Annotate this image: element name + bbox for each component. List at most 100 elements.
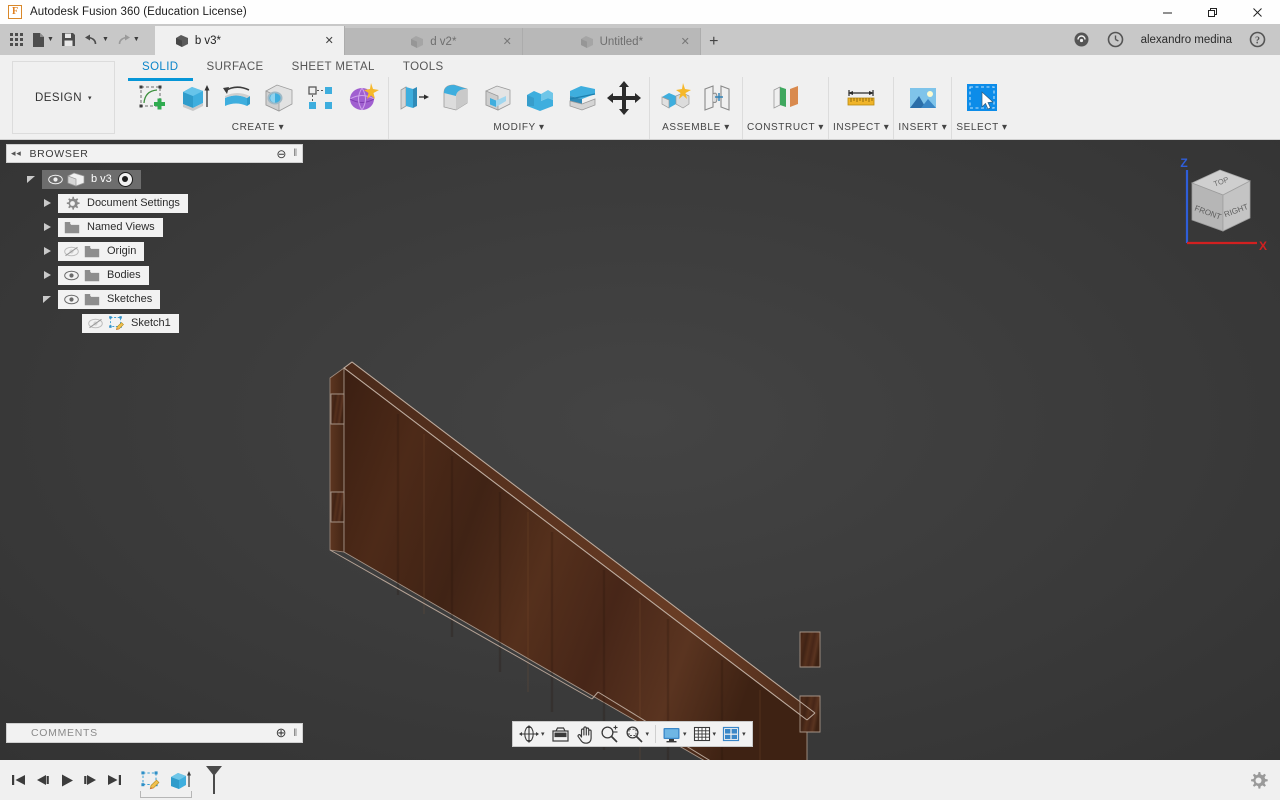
tree-chip-named-views[interactable]: Named Views <box>58 217 163 237</box>
grid-snaps-button[interactable]: ▾ <box>690 723 720 745</box>
chevron-down-icon: ▾ <box>88 94 93 102</box>
panel-grip-icon[interactable]: ‖ <box>293 148 298 159</box>
collapse-icon[interactable]: ◂◂ <box>11 148 21 159</box>
press-pull-tool[interactable] <box>393 77 435 119</box>
username-label[interactable]: alexandro medina <box>1133 34 1240 46</box>
expand-arrow-icon[interactable] <box>42 294 58 304</box>
create-form-tool[interactable] <box>342 77 384 119</box>
collapse-arrow-icon[interactable] <box>42 246 58 256</box>
tree-node-sketch1[interactable]: Sketch1 <box>6 313 303 333</box>
view-cube[interactable]: Z X TOP FRONT RIGHT <box>1165 148 1275 258</box>
job-status-icon[interactable] <box>1065 24 1099 55</box>
close-button[interactable] <box>1235 0 1280 24</box>
display-settings-button[interactable]: ▾ <box>659 723 690 745</box>
pan-button[interactable] <box>573 723 597 745</box>
tree-node-named-views[interactable]: Named Views <box>6 217 303 237</box>
play-button[interactable] <box>54 765 78 795</box>
panel-label-create[interactable]: CREATE ▾ <box>132 122 384 133</box>
combine-tool[interactable] <box>519 77 561 119</box>
tree-chip-sketches[interactable]: Sketches <box>58 289 161 309</box>
create-sketch-tool[interactable] <box>132 77 174 119</box>
tree-node-origin[interactable]: Origin <box>6 241 303 261</box>
panel-label-select[interactable]: SELECT ▾ <box>956 122 1007 133</box>
step-forward-button[interactable] <box>78 765 102 795</box>
select-tool[interactable] <box>961 77 1003 119</box>
clock-icon[interactable] <box>1099 24 1133 55</box>
panel-grip-icon[interactable]: ‖ <box>293 728 298 739</box>
close-icon[interactable]: ✕ <box>681 35 690 48</box>
tree-node-bodies[interactable]: Bodies <box>6 265 303 285</box>
help-icon[interactable]: ? <box>1240 24 1274 55</box>
workspace-switcher[interactable]: DESIGN ▾ <box>12 61 115 134</box>
fillet-tool[interactable] <box>435 77 477 119</box>
collapse-arrow-icon[interactable] <box>42 270 58 280</box>
visibility-eye-off-icon[interactable] <box>61 246 81 257</box>
document-tab-0[interactable]: b v3* ✕ <box>154 26 345 55</box>
comments-panel[interactable]: COMMENTS ⊕ ‖ <box>6 723 303 743</box>
panel-label-construct[interactable]: CONSTRUCT ▾ <box>747 122 824 133</box>
rectangular-pattern-tool[interactable] <box>300 77 342 119</box>
expand-arrow-icon[interactable] <box>26 174 42 184</box>
visibility-eye-icon[interactable] <box>61 270 81 281</box>
insert-decal-tool[interactable] <box>902 77 944 119</box>
joint-tool[interactable] <box>696 77 738 119</box>
tree-chip-sketch1[interactable]: Sketch1 <box>82 313 179 333</box>
visibility-eye-icon[interactable] <box>61 294 81 305</box>
visibility-eye-icon[interactable] <box>45 174 65 185</box>
close-icon[interactable]: ✕ <box>503 35 512 48</box>
revolve-tool[interactable] <box>216 77 258 119</box>
step-backward-button[interactable] <box>30 765 54 795</box>
chevron-down-icon[interactable]: ▾ <box>541 730 545 738</box>
new-component-tool[interactable] <box>654 77 696 119</box>
tree-node-root[interactable]: b v3 <box>6 169 303 189</box>
tree-node-document-settings[interactable]: Document Settings <box>6 193 303 213</box>
save-button[interactable] <box>57 27 81 53</box>
minimize-button[interactable] <box>1145 0 1190 24</box>
document-tab-2[interactable]: Untitled* ✕ <box>522 28 701 55</box>
offset-plane-tool[interactable] <box>765 77 807 119</box>
redo-button[interactable]: ▼ <box>112 27 143 53</box>
viewport-layout-button[interactable]: ▾ <box>719 723 749 745</box>
look-at-button[interactable] <box>548 723 573 745</box>
measure-tool[interactable] <box>840 77 882 119</box>
undo-button[interactable]: ▼ <box>81 27 112 53</box>
zoom-button[interactable] <box>597 723 622 745</box>
chevron-down-icon[interactable]: ▾ <box>646 730 650 738</box>
chevron-down-icon[interactable]: ▾ <box>713 730 717 738</box>
split-face-tool[interactable] <box>561 77 603 119</box>
timeline-end-marker[interactable] <box>204 765 224 795</box>
panel-label-assemble[interactable]: ASSEMBLE ▾ <box>654 122 738 133</box>
collapse-arrow-icon[interactable] <box>42 198 58 208</box>
app-grid-button[interactable] <box>4 27 28 53</box>
visibility-eye-off-icon[interactable] <box>85 318 105 329</box>
panel-label-insert[interactable]: INSERT ▾ <box>898 122 947 133</box>
add-comment-icon[interactable]: ⊕ <box>276 725 288 741</box>
tree-chip-bodies[interactable]: Bodies <box>58 265 149 285</box>
chevron-down-icon[interactable]: ▾ <box>742 730 746 738</box>
restore-button[interactable] <box>1190 0 1235 24</box>
close-icon[interactable]: ✕ <box>325 34 334 47</box>
minimize-panel-icon[interactable]: ⊖ <box>276 147 287 161</box>
orbit-button[interactable]: ▾ <box>516 723 548 745</box>
panel-label-inspect[interactable]: INSPECT ▾ <box>833 122 889 133</box>
fit-button[interactable]: ▾ <box>622 723 653 745</box>
tree-chip-root[interactable]: b v3 <box>42 169 141 189</box>
document-tab-1[interactable]: d v2* ✕ <box>344 28 523 55</box>
tree-chip-origin[interactable]: Origin <box>58 241 145 261</box>
tree-chip-document-settings[interactable]: Document Settings <box>58 193 188 213</box>
hole-tool[interactable] <box>258 77 300 119</box>
tree-node-sketches[interactable]: Sketches <box>6 289 303 309</box>
go-to-end-button[interactable] <box>102 765 126 795</box>
collapse-arrow-icon[interactable] <box>42 222 58 232</box>
timeline-settings-button[interactable] <box>1249 771 1268 790</box>
shell-tool[interactable] <box>477 77 519 119</box>
activate-component-radio[interactable] <box>117 171 133 187</box>
new-tab-button[interactable]: + <box>701 28 727 55</box>
move-copy-tool[interactable] <box>603 77 645 119</box>
extrude-tool[interactable] <box>174 77 216 119</box>
new-file-button[interactable]: ▼ <box>28 27 57 53</box>
component-icon <box>410 35 424 49</box>
panel-label-modify[interactable]: MODIFY ▾ <box>393 122 645 133</box>
chevron-down-icon[interactable]: ▾ <box>683 730 687 738</box>
go-to-beginning-button[interactable] <box>6 765 30 795</box>
